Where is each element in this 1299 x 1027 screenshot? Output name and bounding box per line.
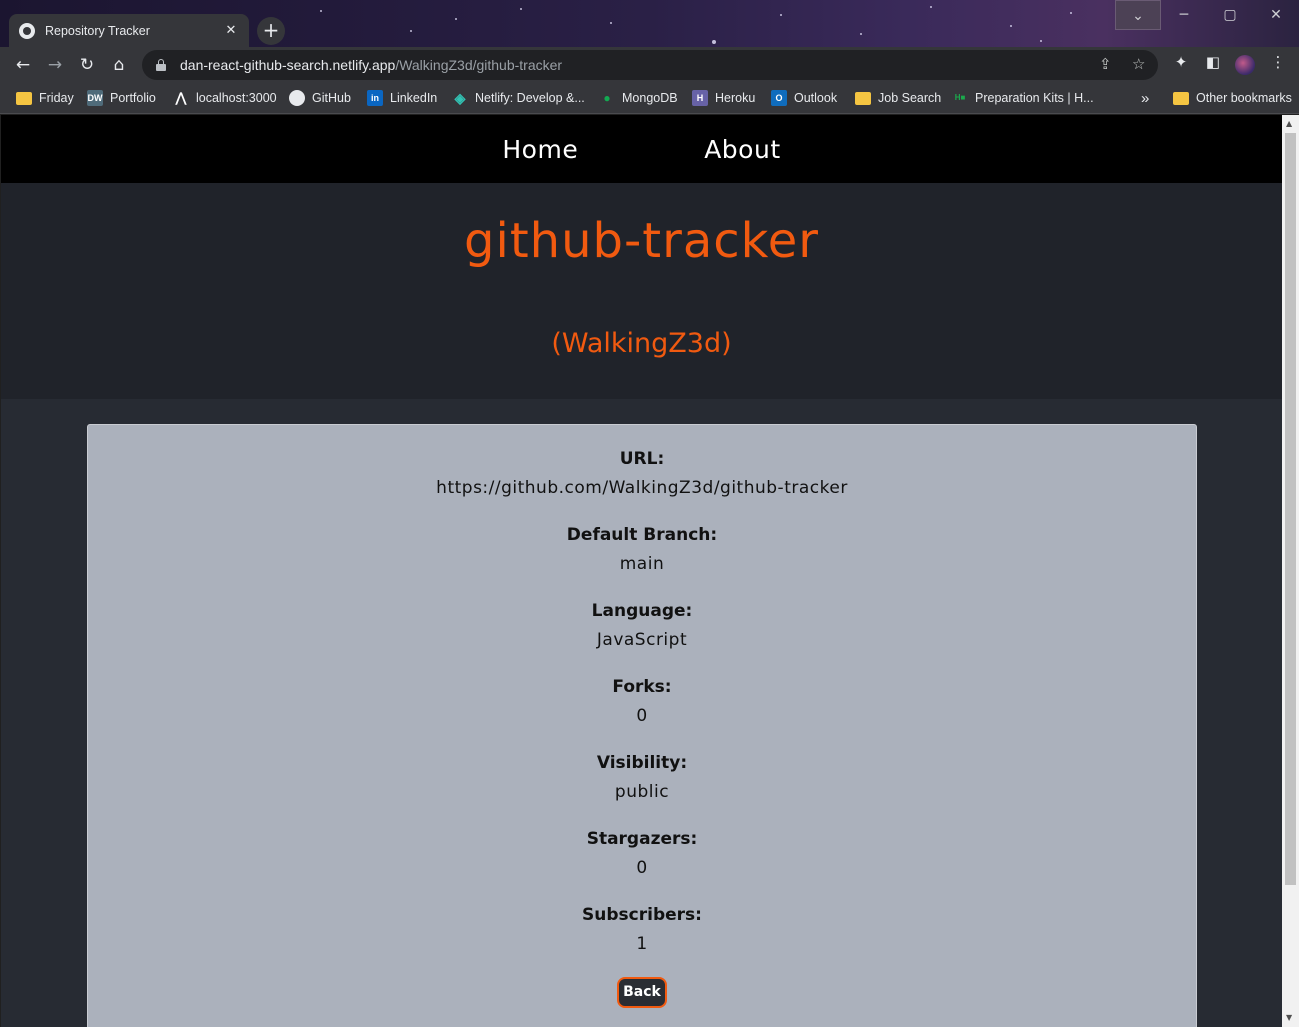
home-icon[interactable]: ⌂ — [106, 52, 132, 78]
scroll-down-arrow-icon[interactable]: ▼ — [1286, 1013, 1292, 1022]
detail-label: Language: — [591, 601, 693, 621]
detail-stargazers: Stargazers: 0 — [88, 829, 1196, 878]
detail-label: URL: — [619, 449, 665, 469]
web-page: Home About github-tracker (WalkingZ3d) U… — [1, 115, 1282, 1027]
page-scrollbar[interactable]: ▲ ▼ — [1282, 115, 1299, 1027]
bookmark-github[interactable]: GitHub — [289, 88, 351, 108]
scroll-up-arrow-icon[interactable]: ▲ — [1286, 119, 1292, 128]
folder-icon — [1173, 91, 1189, 105]
detail-default-branch: Default Branch: main — [88, 525, 1196, 574]
site-navbar: Home About — [1, 115, 1282, 183]
bookmark-outlook[interactable]: O Outlook — [771, 88, 837, 108]
nav-link-home[interactable]: Home — [502, 135, 578, 164]
linkedin-icon: in — [367, 90, 383, 106]
bookmarks-overflow-chevron[interactable]: » — [1141, 88, 1149, 108]
address-bar[interactable]: dan-react-github-search.netlify.app/Walk… — [142, 50, 1158, 80]
detail-subscribers: Subscribers: 1 — [88, 905, 1196, 954]
mongodb-leaf-icon: ● — [603, 91, 611, 105]
detail-value: 0 — [636, 858, 648, 878]
detail-label: Default Branch: — [566, 525, 718, 545]
detail-label: Forks: — [612, 677, 672, 697]
heroku-icon: H — [692, 90, 708, 106]
dw-icon: DW — [87, 90, 103, 106]
url-text: dan-react-github-search.netlify.app/Walk… — [180, 57, 563, 73]
detail-value: main — [619, 554, 665, 574]
bookmark-linkedin[interactable]: in LinkedIn — [367, 88, 437, 108]
detail-forks: Forks: 0 — [88, 677, 1196, 726]
extensions-puzzle-icon[interactable]: ✦ — [1170, 53, 1192, 71]
netlify-icon: ◈ — [454, 90, 466, 106]
new-tab-button[interactable]: + — [257, 17, 285, 45]
bookmark-job-search[interactable]: Job Search — [855, 88, 941, 108]
browser-toolbar: ← → ↻ ⌂ dan-react-github-search.netlify.… — [0, 47, 1299, 82]
detail-label: Stargazers: — [586, 829, 698, 849]
share-icon[interactable]: ⇪ — [1099, 55, 1112, 73]
detail-value: public — [614, 782, 670, 802]
detail-label: Visibility: — [596, 753, 688, 773]
detail-url: URL: https://github.com/WalkingZ3d/githu… — [88, 449, 1196, 498]
bookmark-heroku[interactable]: H Heroku — [692, 88, 755, 108]
side-panel-icon[interactable]: ◧ — [1202, 53, 1224, 71]
detail-value: https://github.com/WalkingZ3d/github-tra… — [436, 478, 848, 498]
bookmark-netlify[interactable]: ◈ Netlify: Develop &... — [452, 88, 585, 108]
nav-link-about[interactable]: About — [704, 135, 780, 164]
bookmarks-bar: Friday DW Portfolio ⋀ localhost:3000 GitHu… — [0, 82, 1299, 114]
detail-value: 1 — [636, 934, 648, 954]
bookmark-other-bookmarks[interactable]: Other bookmarks — [1173, 88, 1292, 108]
back-button[interactable]: Back — [617, 977, 667, 1008]
bookmark-star-icon[interactable]: ☆ — [1132, 55, 1145, 73]
detail-label: Subscribers: — [582, 905, 702, 925]
repo-details-card: URL: https://github.com/WalkingZ3d/githu… — [87, 424, 1197, 1027]
tab-title: Repository Tracker — [45, 23, 150, 38]
repo-owner-subtitle: (WalkingZ3d) — [551, 328, 732, 359]
bookmark-preparation-kits[interactable]: H■ Preparation Kits | H... — [952, 88, 1094, 108]
bookmark-localhost[interactable]: ⋀ localhost:3000 — [173, 88, 277, 108]
outlook-icon: O — [771, 90, 787, 106]
menu-kebab-icon[interactable]: ⋮ — [1267, 53, 1289, 71]
browser-tab-strip: Repository Tracker ✕ + ⌄ ─ ▢ ✕ — [0, 0, 1299, 47]
angular-a-icon: ⋀ — [175, 90, 187, 105]
tab-close-icon[interactable]: ✕ — [223, 23, 239, 38]
profile-avatar[interactable] — [1235, 55, 1255, 75]
detail-visibility: Visibility: public — [88, 753, 1196, 802]
close-window-button[interactable]: ✕ — [1253, 0, 1299, 30]
hackerrank-icon: H■ — [954, 93, 966, 102]
bookmark-mongodb[interactable]: ● MongoDB — [599, 88, 677, 108]
detail-language: Language: JavaScript — [88, 601, 1196, 650]
tab-search-chevron-icon[interactable]: ⌄ — [1115, 0, 1161, 30]
github-icon — [289, 90, 305, 106]
bookmark-friday[interactable]: Friday — [16, 88, 74, 108]
folder-icon — [16, 91, 32, 105]
forward-arrow-icon[interactable]: → — [42, 52, 68, 78]
maximize-button[interactable]: ▢ — [1207, 0, 1253, 30]
bookmark-portfolio[interactable]: DW Portfolio — [87, 88, 156, 108]
github-favicon-icon — [19, 22, 35, 39]
minimize-button[interactable]: ─ — [1161, 0, 1207, 30]
detail-value: 0 — [636, 706, 648, 726]
repo-name-title: github-tracker — [464, 213, 819, 269]
reload-icon[interactable]: ↻ — [74, 52, 100, 78]
browser-tab-active[interactable]: Repository Tracker ✕ — [9, 14, 249, 47]
repo-header: github-tracker (WalkingZ3d) — [1, 183, 1282, 399]
back-arrow-icon[interactable]: ← — [10, 52, 36, 78]
folder-icon — [855, 91, 871, 105]
scrollbar-thumb[interactable] — [1285, 133, 1296, 885]
lock-icon — [156, 59, 166, 71]
detail-value: JavaScript — [596, 630, 688, 650]
